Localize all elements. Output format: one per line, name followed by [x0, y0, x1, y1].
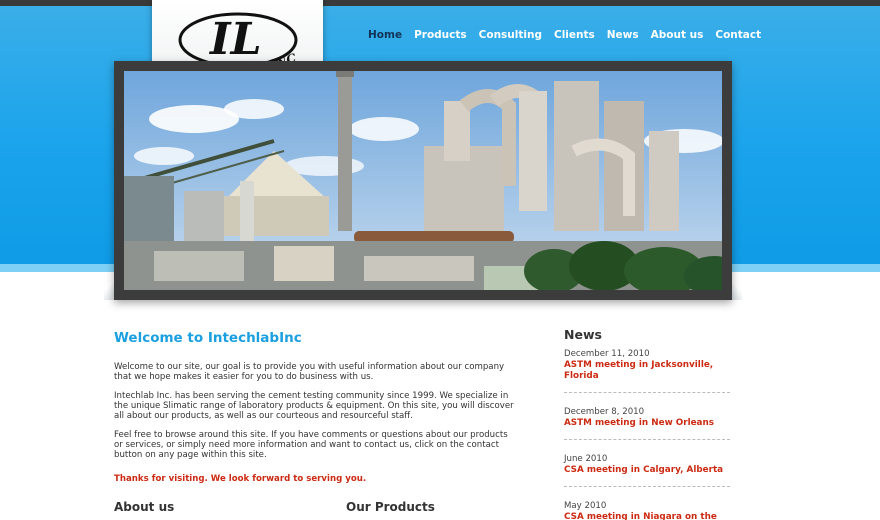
thanks-message: Thanks for visiting. We look forward to … — [114, 474, 367, 484]
nav-products[interactable]: Products — [408, 29, 473, 41]
intro-paragraph: Welcome to our site, our goal is to prov… — [114, 362, 505, 382]
news-date: December 11, 2010 — [564, 349, 650, 359]
news-item: December 11, 2010 ASTM meeting in Jackso… — [564, 349, 730, 393]
browse-paragraph: Feel free to browse around this site. If… — [114, 430, 508, 460]
news-heading: News — [564, 327, 602, 342]
welcome-heading: Welcome to IntechlabInc — [114, 330, 302, 346]
news-date: May 2010 — [564, 501, 607, 511]
cement-plant-photo-icon — [124, 71, 722, 290]
main-content: Welcome to IntechlabInc Welcome to our s… — [114, 330, 518, 484]
news-link[interactable]: CSA meeting in Calgary, Alberta — [564, 465, 730, 476]
main-nav: Home Products Consulting Clients News Ab… — [362, 29, 767, 41]
news-link[interactable]: ASTM meeting in New Orleans — [564, 418, 730, 429]
news-item: June 2010 CSA meeting in Calgary, Albert… — [564, 454, 730, 487]
news-date: June 2010 — [564, 454, 608, 464]
news-sidebar: News December 11, 2010 ASTM meeting in J… — [564, 327, 730, 520]
nav-home[interactable]: Home — [362, 29, 408, 41]
nav-consulting[interactable]: Consulting — [473, 29, 548, 41]
news-date: December 8, 2010 — [564, 407, 645, 417]
news-item: December 8, 2010 ASTM meeting in New Orl… — [564, 407, 730, 440]
our-products-heading: Our Products — [346, 500, 435, 514]
nav-contact[interactable]: Contact — [709, 29, 767, 41]
about-us-heading: About us — [114, 500, 175, 514]
nav-clients[interactable]: Clients — [548, 29, 601, 41]
svg-text:IL: IL — [208, 14, 262, 65]
nav-about-us[interactable]: About us — [645, 29, 710, 41]
news-link[interactable]: ASTM meeting in Jacksonville, Florida — [564, 360, 730, 382]
nav-news[interactable]: News — [601, 29, 645, 41]
banner-image — [124, 71, 722, 290]
news-item: May 2010 CSA meeting in Niagara on the — [564, 501, 730, 520]
news-link[interactable]: CSA meeting in Niagara on the — [564, 512, 730, 520]
company-paragraph: Intechlab Inc. has been serving the ceme… — [114, 391, 514, 421]
